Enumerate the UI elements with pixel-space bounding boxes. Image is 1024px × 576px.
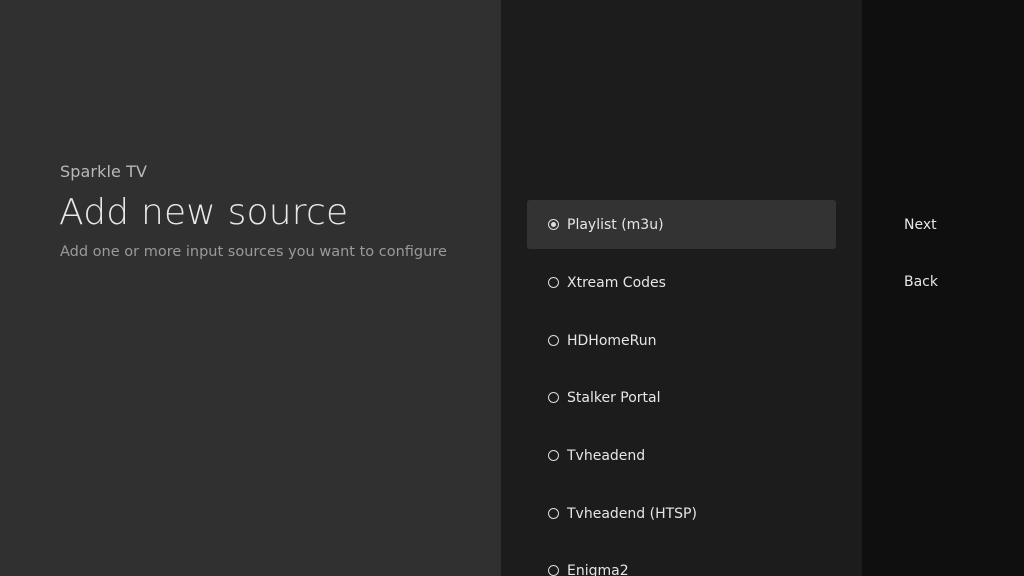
radio-unselected-icon — [548, 392, 559, 403]
source-option-stalker-portal[interactable]: Stalker Portal — [527, 373, 836, 422]
radio-unselected-icon — [548, 565, 559, 576]
source-option-label: Tvheadend — [567, 447, 646, 464]
next-button[interactable]: Next — [904, 217, 937, 233]
source-option-label: Xtream Codes — [567, 274, 666, 291]
source-option-label: Enigma2 — [567, 562, 629, 576]
radio-unselected-icon — [548, 335, 559, 346]
source-option-label: Stalker Portal — [567, 389, 661, 406]
breadcrumb: Sparkle TV — [60, 162, 148, 181]
source-option-playlist-m3u[interactable]: Playlist (m3u) — [527, 200, 836, 249]
actions-panel — [862, 0, 1024, 576]
source-option-label: HDHomeRun — [567, 332, 657, 349]
source-option-enigma2[interactable]: Enigma2 — [527, 546, 836, 576]
radio-selected-icon — [548, 219, 559, 230]
source-option-label: Playlist (m3u) — [567, 216, 664, 233]
radio-unselected-icon — [548, 277, 559, 288]
source-option-label: Tvheadend (HTSP) — [567, 505, 697, 522]
add-source-screen: Sparkle TV Add new source Add one or mor… — [0, 0, 1024, 576]
source-option-hdhomerun[interactable]: HDHomeRun — [527, 316, 836, 365]
page-title: Add new source — [59, 192, 349, 233]
back-button[interactable]: Back — [904, 274, 938, 290]
radio-unselected-icon — [548, 450, 559, 461]
source-option-tvheadend-htsp[interactable]: Tvheadend (HTSP) — [527, 489, 836, 538]
source-option-tvheadend[interactable]: Tvheadend — [527, 431, 836, 480]
guidance-panel: Sparkle TV Add new source Add one or mor… — [0, 0, 501, 576]
page-description: Add one or more input sources you want t… — [60, 244, 447, 260]
source-option-xtream-codes[interactable]: Xtream Codes — [527, 258, 836, 307]
radio-unselected-icon — [548, 508, 559, 519]
